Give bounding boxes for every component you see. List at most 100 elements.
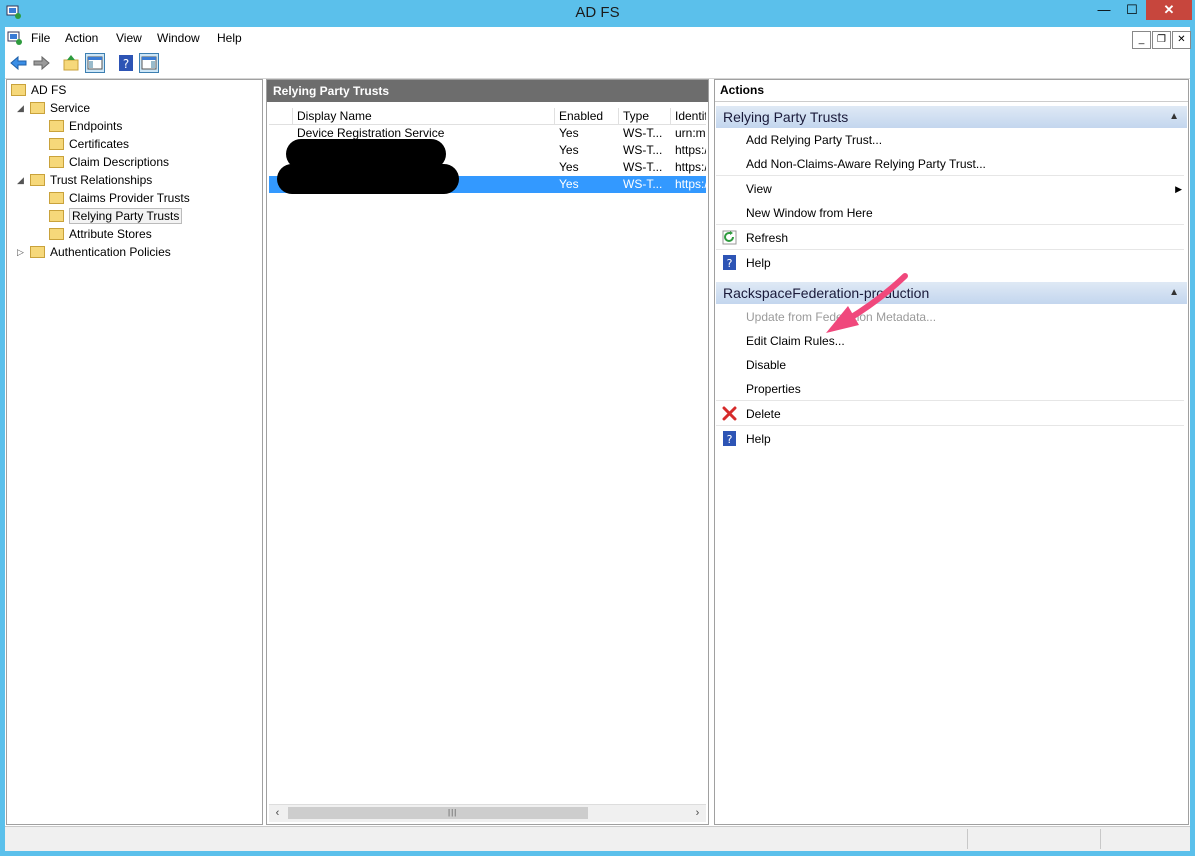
status-divider xyxy=(1100,829,1101,849)
row-type: WS-T... xyxy=(623,143,663,157)
row-enabled: Yes xyxy=(559,177,579,191)
mdi-restore-button[interactable]: ❐ xyxy=(1152,31,1171,49)
menu-window[interactable]: Window xyxy=(157,31,200,45)
tree-item-claim-descriptions[interactable]: Claim Descriptions xyxy=(49,153,169,171)
show-hide-console-tree-icon[interactable] xyxy=(85,53,105,73)
tree-item-certificates[interactable]: Certificates xyxy=(49,135,129,153)
action-delete[interactable]: Delete xyxy=(716,402,1184,426)
action-edit-claim-rules[interactable]: Edit Claim Rules... xyxy=(716,329,1184,353)
menu-bar: File Action View Window Help _ ❐ ✕ xyxy=(5,27,1191,50)
refresh-icon xyxy=(722,230,737,245)
expanded-triangle-icon[interactable]: ◢ xyxy=(17,171,24,189)
console-tree: AD FS ◢ Service Endpoints Certificates C… xyxy=(6,79,263,825)
actions-pane: Actions Relying Party Trusts ▲ Add Relyi… xyxy=(714,79,1189,825)
status-divider xyxy=(967,829,968,849)
action-disable[interactable]: Disable xyxy=(716,353,1184,377)
action-label: Disable xyxy=(746,358,787,372)
status-bar xyxy=(5,826,1190,851)
title-bar: AD FS — ☐ ✕ xyxy=(0,0,1195,26)
help-icon[interactable]: ? xyxy=(116,53,136,73)
tree-item-trust-relationships[interactable]: ◢ Trust Relationships xyxy=(17,171,152,189)
row-type: WS-T... xyxy=(623,126,663,140)
action-add-relying-party-trust[interactable]: Add Relying Party Trust... xyxy=(716,128,1184,152)
row-identifier: https:/ xyxy=(675,177,706,191)
show-hide-action-pane-icon[interactable] xyxy=(139,53,159,73)
action-label: New Window from Here xyxy=(746,206,873,220)
tree-item-attribute-stores[interactable]: Attribute Stores xyxy=(49,225,152,243)
column-display-name[interactable]: Display Name xyxy=(293,108,555,124)
close-button[interactable]: ✕ xyxy=(1146,0,1192,20)
action-help[interactable]: ? Help xyxy=(716,251,1184,275)
action-new-window-from-here[interactable]: New Window from Here xyxy=(716,201,1184,225)
folder-icon xyxy=(30,246,45,258)
collapse-caret-icon[interactable]: ▲ xyxy=(1169,282,1179,304)
svg-text:?: ? xyxy=(727,433,733,446)
tree-item-claims-provider-trusts[interactable]: Claims Provider Trusts xyxy=(49,189,190,207)
folder-icon xyxy=(49,228,64,240)
collapsed-triangle-icon[interactable]: ▷ xyxy=(17,243,24,261)
scroll-right-icon[interactable]: › xyxy=(689,805,706,822)
help-icon: ? xyxy=(723,431,736,446)
folder-icon xyxy=(30,174,45,186)
maximize-button[interactable]: ☐ xyxy=(1119,0,1145,20)
folder-icon xyxy=(30,102,45,114)
section-selected-trust[interactable]: RackspaceFederation-production ▲ xyxy=(716,282,1187,304)
minimize-button[interactable]: — xyxy=(1090,0,1118,20)
svg-text:?: ? xyxy=(123,57,129,71)
section-title: Relying Party Trusts xyxy=(723,109,849,125)
folder-icon xyxy=(49,120,64,132)
tree-item-relying-party-trusts[interactable]: Relying Party Trusts xyxy=(49,207,183,225)
action-label: Update from Federation Metadata... xyxy=(746,310,937,324)
action-view[interactable]: View ▶ xyxy=(716,177,1184,201)
scroll-left-icon[interactable]: ‹ xyxy=(269,805,286,822)
folder-icon xyxy=(49,138,64,150)
action-refresh[interactable]: Refresh xyxy=(716,226,1184,250)
action-help-2[interactable]: ? Help xyxy=(716,427,1184,451)
row-type: WS-T... xyxy=(623,177,663,191)
back-arrow-icon[interactable] xyxy=(9,53,29,73)
tree-item-adfs[interactable]: AD FS xyxy=(11,81,66,99)
column-enabled[interactable]: Enabled xyxy=(555,108,619,124)
tree-item-service[interactable]: ◢ Service xyxy=(17,99,90,117)
collapse-caret-icon[interactable]: ▲ xyxy=(1169,106,1179,128)
mdi-close-button[interactable]: ✕ xyxy=(1172,31,1191,49)
action-label: Add Relying Party Trust... xyxy=(746,133,883,147)
action-update-from-federation-metadata: Update from Federation Metadata... xyxy=(716,305,1184,329)
list-header: Display Name Enabled Type Identifi xyxy=(269,108,706,125)
delete-icon xyxy=(722,406,737,421)
section-relying-party-trusts[interactable]: Relying Party Trusts ▲ xyxy=(716,106,1187,128)
row-identifier: urn:ms xyxy=(675,126,706,140)
folder-icon xyxy=(11,84,26,96)
row-identifier: https:/ xyxy=(675,160,706,174)
folder-icon xyxy=(49,210,64,222)
row-enabled: Yes xyxy=(559,160,579,174)
menu-help[interactable]: Help xyxy=(217,31,242,45)
menu-action[interactable]: Action xyxy=(65,31,98,45)
action-label: Help xyxy=(746,432,771,446)
mdi-minimize-button[interactable]: _ xyxy=(1132,31,1151,49)
action-add-non-claims-aware-trust[interactable]: Add Non-Claims-Aware Relying Party Trust… xyxy=(716,152,1184,176)
action-label: Delete xyxy=(746,407,781,421)
folder-icon xyxy=(49,156,64,168)
column-identifier[interactable]: Identifi xyxy=(671,108,706,124)
toolbar: ? xyxy=(5,50,1190,79)
column-type[interactable]: Type xyxy=(619,108,671,124)
tree-item-authentication-policies[interactable]: ▷ Authentication Policies xyxy=(17,243,171,261)
column-icon[interactable] xyxy=(269,108,293,124)
grip-icon: ||| xyxy=(448,808,458,817)
expanded-triangle-icon[interactable]: ◢ xyxy=(17,99,24,117)
menu-view[interactable]: View xyxy=(116,31,142,45)
action-label: Help xyxy=(746,256,771,270)
row-type: WS-T... xyxy=(623,160,663,174)
console-menu-icon[interactable] xyxy=(7,30,23,46)
horizontal-scrollbar[interactable]: ‹ ||| › xyxy=(269,804,706,822)
scrollbar-thumb[interactable]: ||| xyxy=(288,807,588,819)
help-icon: ? xyxy=(723,255,736,270)
tree-item-endpoints[interactable]: Endpoints xyxy=(49,117,122,135)
forward-arrow-icon[interactable] xyxy=(31,53,51,73)
window-title: AD FS xyxy=(575,4,620,21)
action-properties[interactable]: Properties xyxy=(716,377,1184,401)
menu-file[interactable]: File xyxy=(31,31,50,45)
up-folder-icon[interactable] xyxy=(61,53,81,73)
action-label: Properties xyxy=(746,382,801,396)
